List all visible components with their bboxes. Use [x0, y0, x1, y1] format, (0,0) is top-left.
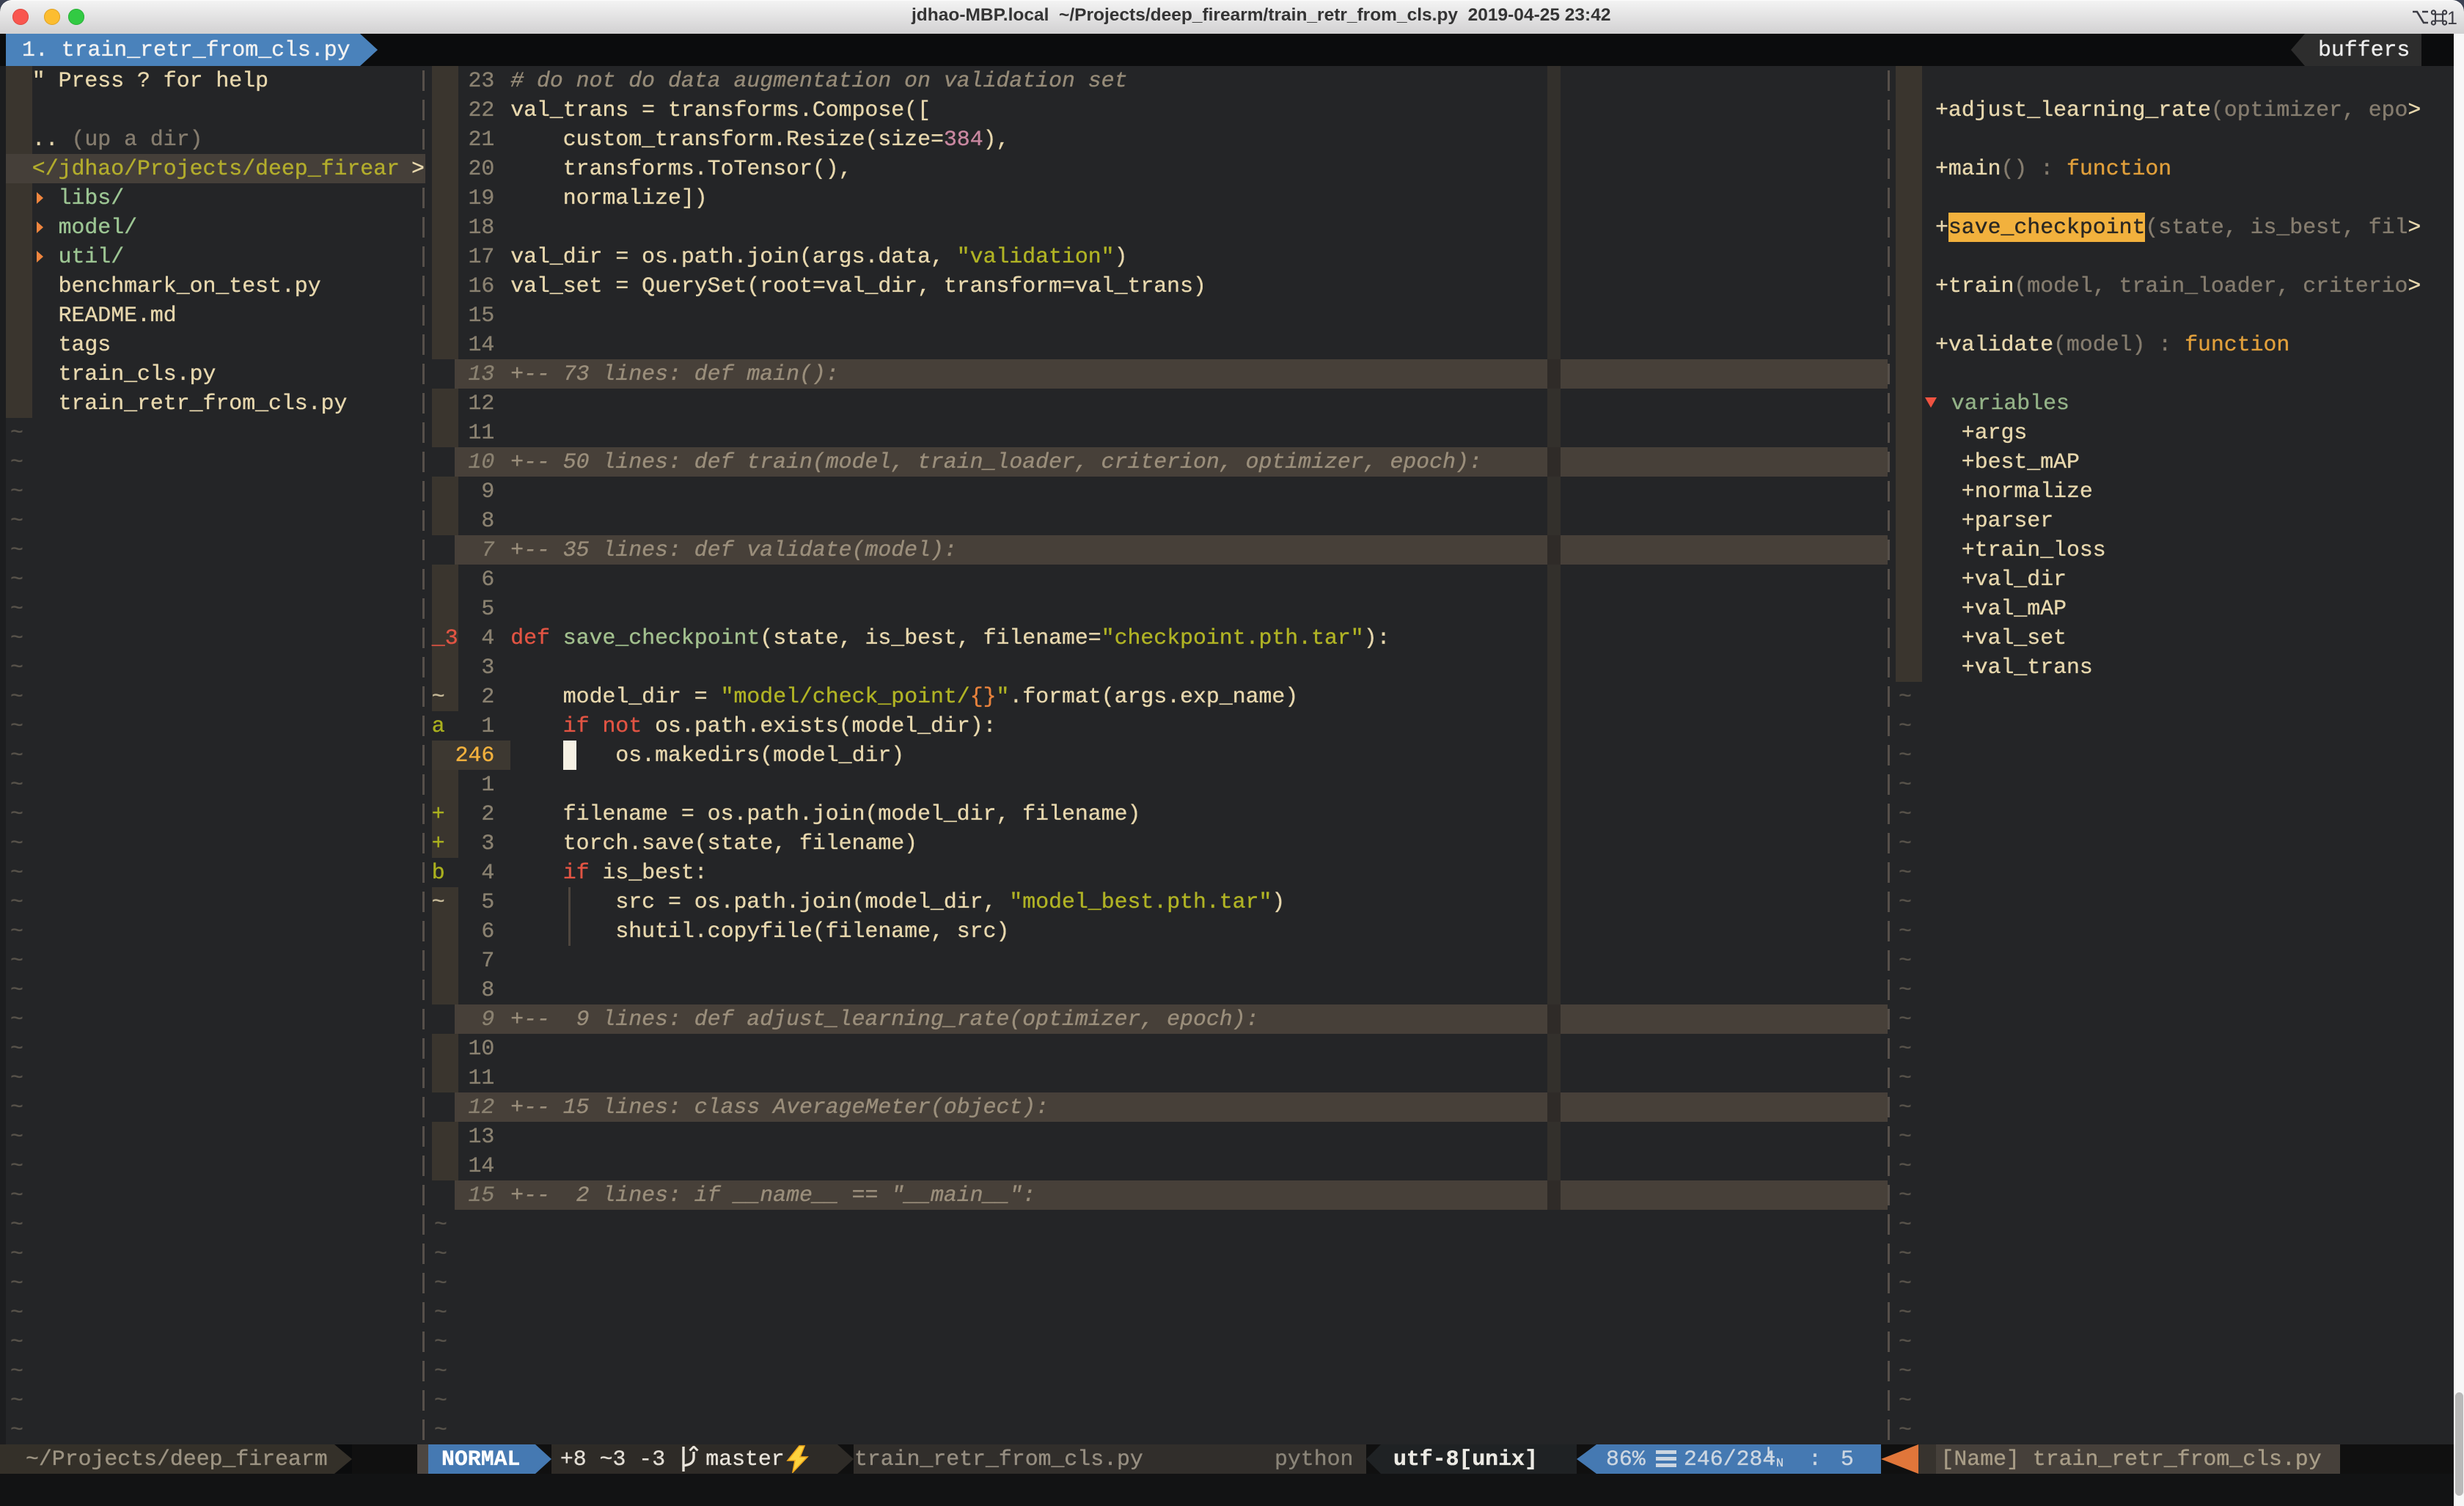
svg-text:1: 1	[2447, 8, 2457, 29]
